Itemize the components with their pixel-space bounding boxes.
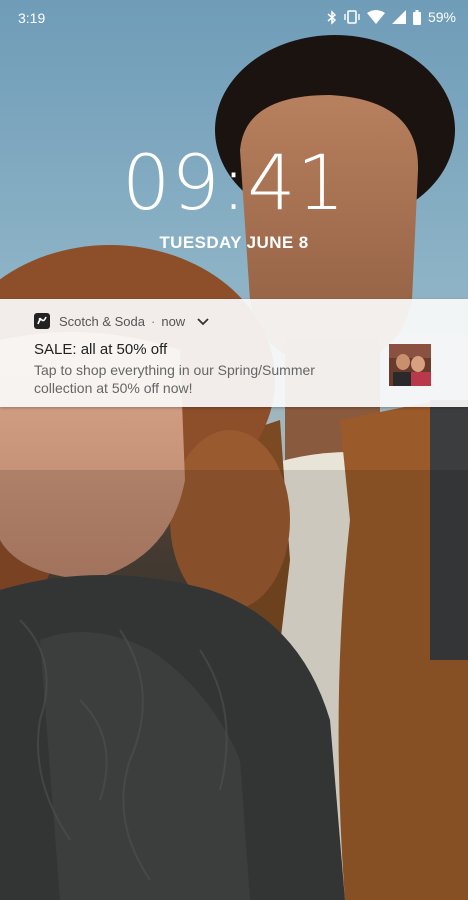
notification-app-name: Scotch & Soda: [59, 313, 145, 329]
status-bar: 3:19 59%: [0, 0, 468, 36]
lock-screen: 3:19 59% 09:41 TUESDAY JUNE 8 Scotch & S…: [0, 0, 468, 900]
wifi-icon: [366, 10, 385, 24]
notification-title: SALE: all at 50% off: [34, 341, 168, 358]
notification-separator: ·: [151, 313, 156, 329]
status-icons: 59%: [327, 9, 456, 25]
status-time: 3:19: [18, 10, 46, 26]
lockscreen-clock: 09:41: [121, 138, 347, 227]
scotch-soda-logo-icon: [34, 313, 50, 329]
bluetooth-icon: [327, 9, 337, 25]
wallpaper-image: [0, 0, 468, 900]
vibrate-icon: [344, 10, 360, 24]
notification-header: Scotch & Soda · now: [34, 311, 209, 331]
notification-time: now: [161, 313, 186, 329]
notification-thumbnail-image: [389, 344, 431, 386]
notification-body: Tap to shop everything in our Spring/Sum…: [34, 362, 315, 396]
lockscreen-date: TUESDAY JUNE 8: [159, 233, 309, 252]
battery-percent: 59%: [427, 9, 456, 25]
notification-card[interactable]: Scotch & Soda · now SALE: all at 50% off…: [0, 299, 468, 407]
chevron-down-icon[interactable]: [197, 314, 209, 329]
cell-signal-icon: [391, 10, 406, 24]
battery-icon: [412, 9, 421, 25]
